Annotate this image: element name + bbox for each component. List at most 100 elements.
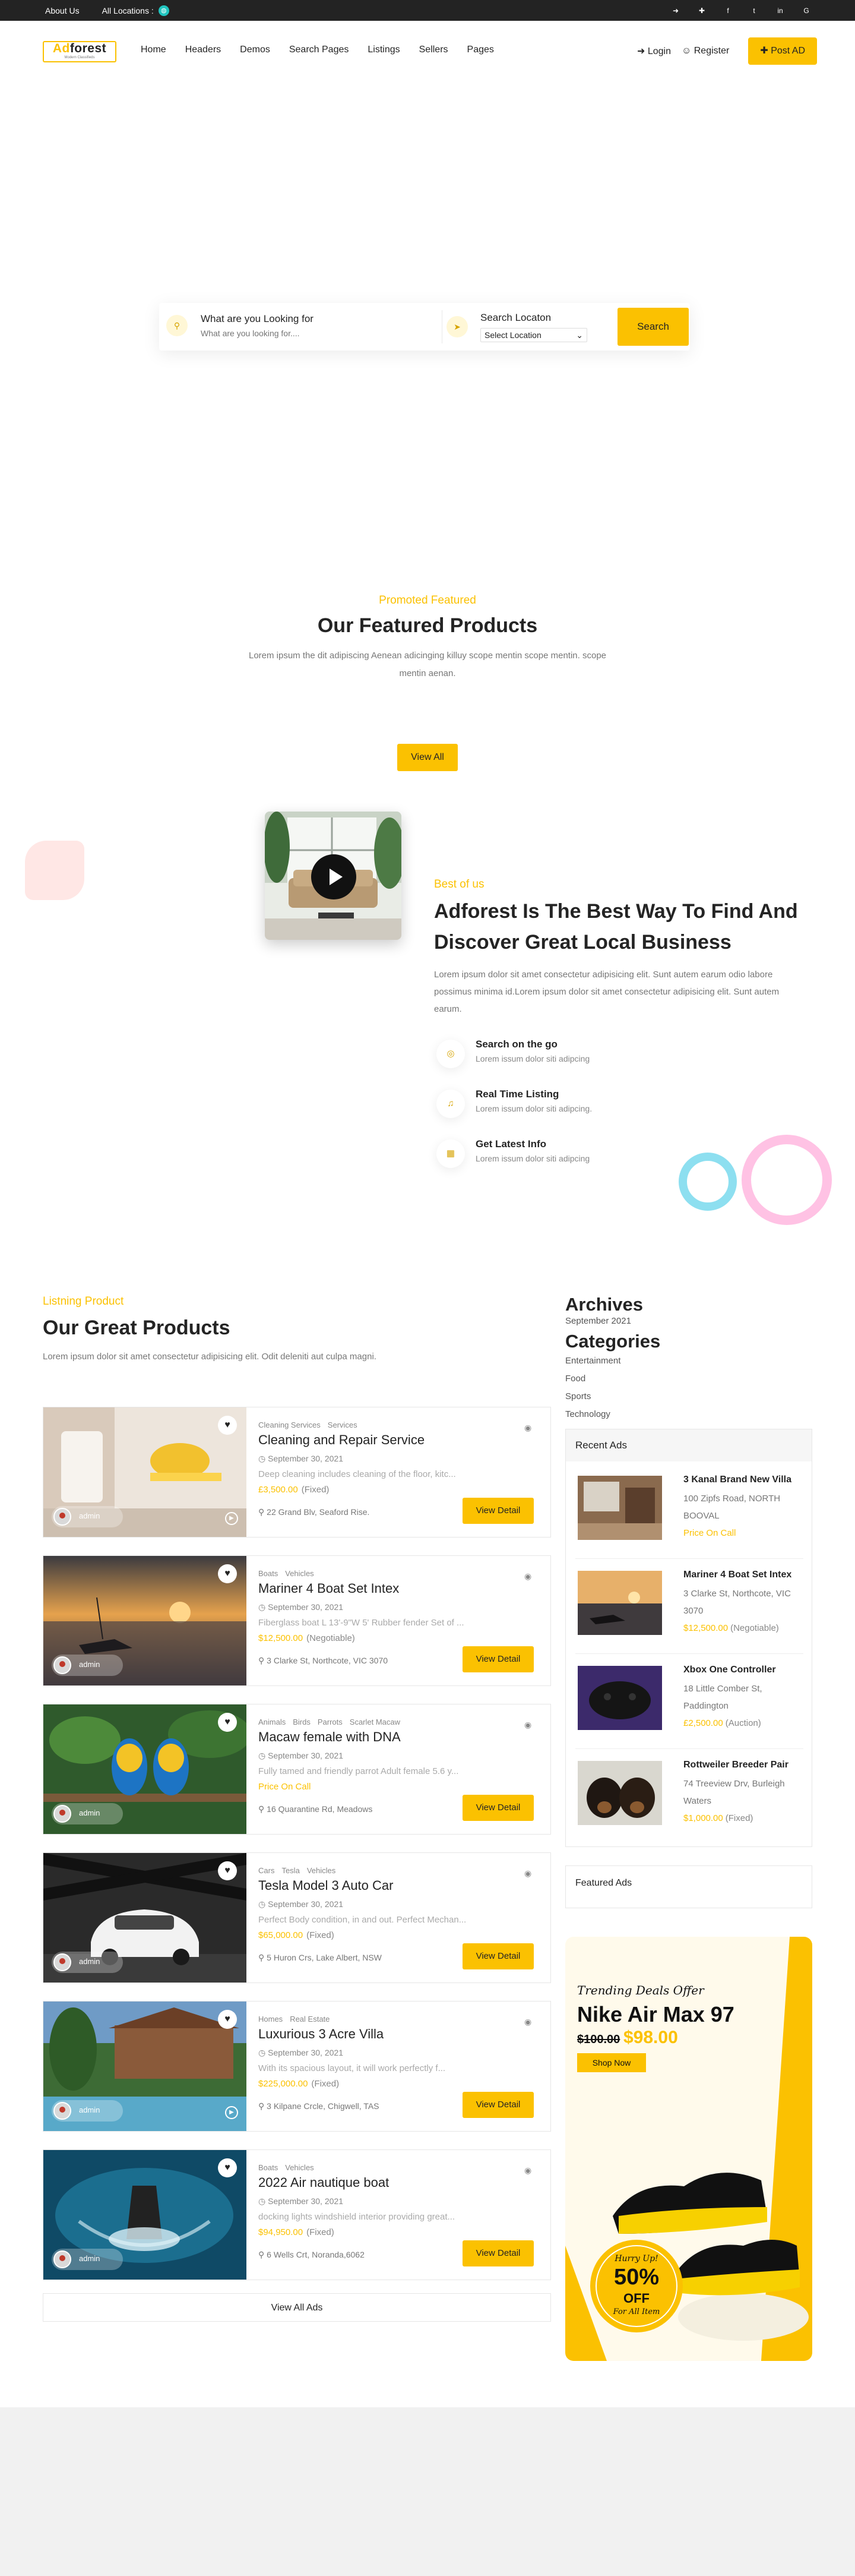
twitter-icon[interactable]: t xyxy=(741,7,767,15)
listing-image[interactable]: ♥ admin xyxy=(43,2150,246,2280)
products-heading: Listning Product Our Great Products Lore… xyxy=(43,1295,553,1362)
view-detail-button[interactable]: View Detail xyxy=(463,1795,534,1821)
recent-ad-image[interactable] xyxy=(578,1476,662,1540)
linkedin-icon[interactable]: in xyxy=(767,7,793,15)
recent-ad-image[interactable] xyxy=(578,1571,662,1635)
view-detail-button[interactable]: View Detail xyxy=(463,1498,534,1524)
play-button[interactable] xyxy=(311,854,356,899)
all-locations-dropdown[interactable]: All Locations : ◍ xyxy=(102,5,169,16)
listing-title[interactable]: Macaw female with DNA xyxy=(258,1729,401,1745)
recent-ad-item[interactable]: Rottweiler Breeder Pair 74 Treeview Drv,… xyxy=(575,1755,803,1844)
recent-ad-image[interactable] xyxy=(578,1666,662,1730)
listing-image[interactable]: ♥ admin xyxy=(43,1704,246,1834)
nav-sellers[interactable]: Sellers xyxy=(419,45,448,55)
sign-in-icon[interactable]: ➜ xyxy=(663,7,689,15)
recent-ads-widget: Recent Ads 3 Kanal Brand New Villa 100 Z… xyxy=(565,1429,812,1847)
listing-card[interactable]: ♥ admin Boats Vehicles ◉ Mariner 4 Boat S… xyxy=(43,1555,551,1686)
view-detail-button[interactable]: View Detail xyxy=(463,1646,534,1672)
listing-image[interactable]: ♥ admin xyxy=(43,1556,246,1685)
category-link-technology[interactable]: Technology xyxy=(565,1406,812,1423)
listing-card[interactable]: ♥ admin Boats Vehicles ◉ 2022 Air nautiqu… xyxy=(43,2149,551,2280)
nav-demos[interactable]: Demos xyxy=(240,45,270,55)
view-all-button[interactable]: View All xyxy=(397,744,458,771)
listing-image[interactable]: ♥ admin xyxy=(43,1853,246,1982)
favorite-heart-icon[interactable]: ♥ xyxy=(218,1713,237,1732)
category-link-food[interactable]: Food xyxy=(565,1370,812,1388)
globe-icon: ◍ xyxy=(158,5,169,16)
about-kicker: Best of us xyxy=(434,878,484,891)
listing-date: ◷ September 30, 2021 xyxy=(258,1899,343,1909)
category-link-sports[interactable]: Sports xyxy=(565,1388,812,1406)
search-input[interactable] xyxy=(201,329,414,338)
nav-headers[interactable]: Headers xyxy=(185,45,221,55)
favorite-heart-icon[interactable]: ♥ xyxy=(218,1861,237,1880)
facebook-icon[interactable]: f xyxy=(715,7,741,15)
recent-ad-item[interactable]: 3 Kanal Brand New Villa 100 Zipfs Road, … xyxy=(575,1470,803,1559)
recent-ad-item[interactable]: Xbox One Controller 18 Little Comber St,… xyxy=(575,1660,803,1749)
view-detail-button[interactable]: View Detail xyxy=(463,1943,534,1969)
register-link[interactable]: ☺ Register xyxy=(682,46,729,56)
view-detail-button[interactable]: View Detail xyxy=(463,2092,534,2118)
listing-title[interactable]: Cleaning and Repair Service xyxy=(258,1432,425,1448)
listing-price: $65,000.00 (Fixed) xyxy=(258,1930,334,1940)
listing-title[interactable]: 2022 Air nautique boat xyxy=(258,2175,389,2190)
nav-home[interactable]: Home xyxy=(141,45,166,55)
all-locations-label: All Locations : xyxy=(102,5,154,15)
view-detail-button[interactable]: View Detail xyxy=(463,2240,534,2266)
location-select[interactable]: Select Location ⌄ xyxy=(480,328,587,342)
listing-image[interactable]: ♥ admin ▶ xyxy=(43,2002,246,2131)
avatar xyxy=(53,1805,71,1823)
eye-icon: ◉ xyxy=(524,2017,532,2026)
register-icon[interactable]: ✚ xyxy=(689,7,715,15)
user-plus-icon: ☺ xyxy=(681,46,694,56)
seller-badge[interactable]: admin xyxy=(52,1655,123,1676)
listing-title[interactable]: Mariner 4 Boat Set Intex xyxy=(258,1581,399,1596)
listing-card[interactable]: ♥ admin ▶ Homes Real Estate ◉ Luxurious 3… xyxy=(43,2001,551,2132)
clock-icon: ◷ xyxy=(258,1454,268,1463)
nav-search-pages[interactable]: Search Pages xyxy=(289,45,349,55)
login-icon: ➜ xyxy=(636,46,648,56)
listing-title[interactable]: Luxurious 3 Acre Villa xyxy=(258,2026,384,2042)
google-icon[interactable]: G xyxy=(793,7,819,15)
listing-price: $94,950.00 (Fixed) xyxy=(258,2227,334,2237)
nav-listings[interactable]: Listings xyxy=(368,45,400,55)
favorite-heart-icon[interactable]: ♥ xyxy=(218,2010,237,2029)
bell-icon: ♫ xyxy=(436,1090,465,1118)
seller-badge[interactable]: admin xyxy=(52,1506,123,1527)
archive-link[interactable]: September 2021 xyxy=(565,1315,812,1327)
listing-description: With its spacious layout, it will work p… xyxy=(258,2063,446,2073)
promo-banner[interactable]: Trending Deals Offer Nike Air Max 97 $10… xyxy=(565,1937,812,2361)
listing-title[interactable]: Tesla Model 3 Auto Car xyxy=(258,1878,393,1893)
listing-price: $225,000.00 (Fixed) xyxy=(258,2079,340,2089)
recent-ad-item[interactable]: Mariner 4 Boat Set Intex 3 Clarke St, No… xyxy=(575,1565,803,1654)
view-all-ads-button[interactable]: View All Ads xyxy=(43,2293,551,2322)
about-text-block: Best of us Adforest Is The Best Way To F… xyxy=(434,878,808,1018)
login-link[interactable]: ➜ Login xyxy=(637,45,671,57)
shop-now-button[interactable]: Shop Now xyxy=(577,2053,646,2072)
listing-description: Fiberglass boat L 13'-9"W 5' Rubber fend… xyxy=(258,1618,464,1628)
recent-ad-image[interactable] xyxy=(578,1761,662,1825)
listing-card[interactable]: ♥ admin Animals Birds Parrots Scarlet Macaw… xyxy=(43,1704,551,1835)
category-link-entertainment[interactable]: Entertainment xyxy=(565,1352,812,1370)
seller-badge[interactable]: admin xyxy=(52,1952,123,1973)
listing-address: ⚲ 3 Clarke St, Northcote, VIC 3070 xyxy=(258,1656,388,1665)
video-thumbnail[interactable] xyxy=(265,812,401,940)
feature-item: ◎ Search on the go Lorem issum dolor sit… xyxy=(434,1038,731,1080)
seller-badge[interactable]: admin xyxy=(52,2100,123,2122)
search-icon: ⚲ xyxy=(166,315,188,336)
search-button[interactable]: Search xyxy=(618,308,689,346)
listing-address: ⚲ 6 Wells Crt, Noranda,6062 xyxy=(258,2250,365,2259)
favorite-heart-icon[interactable]: ♥ xyxy=(218,1416,237,1435)
nav-pages[interactable]: Pages xyxy=(467,45,494,55)
listing-card[interactable]: ♥ admin Cars Tesla Vehicles ◉ Tesla Model … xyxy=(43,1852,551,1983)
listing-card[interactable]: ♥ admin ▶ Cleaning Services Services ◉ Cl… xyxy=(43,1407,551,1538)
about-us-link[interactable]: About Us xyxy=(45,6,80,15)
listing-image[interactable]: ♥ admin ▶ xyxy=(43,1407,246,1537)
favorite-heart-icon[interactable]: ♥ xyxy=(218,1564,237,1583)
seller-badge[interactable]: admin xyxy=(52,2249,123,2270)
seller-badge[interactable]: admin xyxy=(52,1803,123,1824)
favorite-heart-icon[interactable]: ♥ xyxy=(218,2158,237,2177)
listing-date: ◷ September 30, 2021 xyxy=(258,2196,343,2206)
adforest-logo[interactable]: Adforest Modern Classifieds xyxy=(43,41,116,62)
post-ad-button[interactable]: ✚ Post AD xyxy=(748,37,817,65)
